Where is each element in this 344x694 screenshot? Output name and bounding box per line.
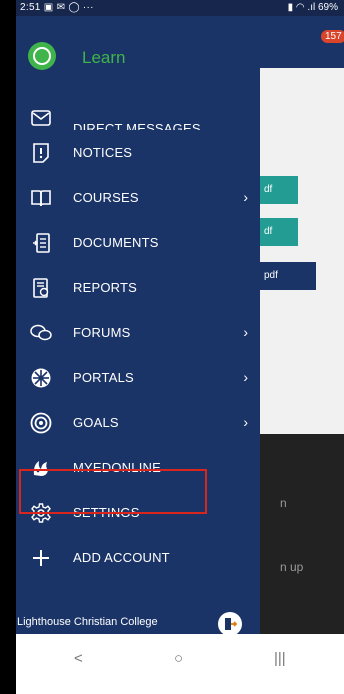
bg-faded-text-1: n [280, 496, 287, 510]
envelope-icon [29, 108, 53, 130]
menu-item-documents[interactable]: DOCUMENTS [16, 220, 260, 265]
menu-item-label: PORTALS [73, 370, 134, 385]
status-right: ▮ ◠ .ıl 69% [287, 2, 338, 13]
portal-icon [29, 366, 53, 390]
chat-icon [29, 321, 53, 345]
chevron-right-icon: › [243, 189, 248, 205]
phone-screen: 2:51 ▣ ✉ ◯ ··· ▮ ◠ .ıl 69% 157 df df pdf… [16, 0, 344, 694]
book-icon [29, 186, 53, 210]
battery-level: 69% [317, 2, 338, 13]
menu-item-label: DIRECT MESSAGES [73, 121, 201, 130]
chevron-right-icon: › [243, 369, 248, 385]
menu-item-forums[interactable]: FORUMS › [16, 310, 260, 355]
menu-item-portals[interactable]: PORTALS › [16, 355, 260, 400]
bg-file-button-1: df [260, 176, 298, 204]
menu-item-label: COURSES [73, 190, 139, 205]
bg-file-button-3: pdf [260, 262, 316, 290]
home-button[interactable]: ○ [174, 650, 183, 667]
notice-icon [29, 141, 53, 165]
menu-item-label: NOTICES [73, 145, 133, 160]
document-icon [29, 231, 53, 255]
plus-icon [29, 546, 53, 570]
chevron-right-icon: › [243, 414, 248, 430]
status-time: 2:51 [20, 2, 41, 13]
menu-item-courses[interactable]: COURSES › [16, 175, 260, 220]
report-icon [29, 276, 53, 300]
menu-item-label: REPORTS [73, 280, 138, 295]
status-icons: ▣ ✉ ◯ ··· [43, 2, 94, 13]
menu-item-goals[interactable]: GOALS › [16, 400, 260, 445]
drawer-header: Learn [16, 16, 260, 104]
bg-dark-panel: n n up [260, 434, 344, 634]
app-name: Learn [82, 48, 126, 67]
highlight-box [19, 469, 207, 514]
menu-item-label: ADD ACCOUNT [73, 550, 170, 565]
menu-item-add-account[interactable]: ADD ACCOUNT [16, 535, 260, 580]
bg-faded-text-2: n up [280, 560, 304, 574]
menu-item-label: GOALS [73, 415, 119, 430]
navigation-drawer: Learn DIRECT MESSAGES NOTICES COURSES › … [16, 16, 260, 636]
menu-item-notices[interactable]: NOTICES [16, 130, 260, 175]
back-button[interactable]: < [74, 650, 83, 667]
menu-item-direct-messages[interactable]: DIRECT MESSAGES [16, 108, 260, 130]
status-bar: 2:51 ▣ ✉ ◯ ··· ▮ ◠ .ıl 69% [16, 0, 344, 16]
learn-logo-icon [28, 42, 56, 70]
menu-item-reports[interactable]: REPORTS [16, 265, 260, 310]
chevron-right-icon: › [243, 324, 248, 340]
school-name: Lighthouse Christian College [17, 616, 158, 628]
recents-button[interactable]: ||| [274, 650, 286, 667]
menu-item-label: DOCUMENTS [73, 235, 159, 250]
status-left: 2:51 ▣ ✉ ◯ ··· [20, 0, 94, 16]
menu-item-label: FORUMS [73, 325, 131, 340]
target-icon [29, 411, 53, 435]
bg-file-button-2: df [260, 218, 298, 246]
android-nav-bar: < ○ ||| [16, 634, 344, 694]
notification-badge: 157 [321, 30, 344, 43]
